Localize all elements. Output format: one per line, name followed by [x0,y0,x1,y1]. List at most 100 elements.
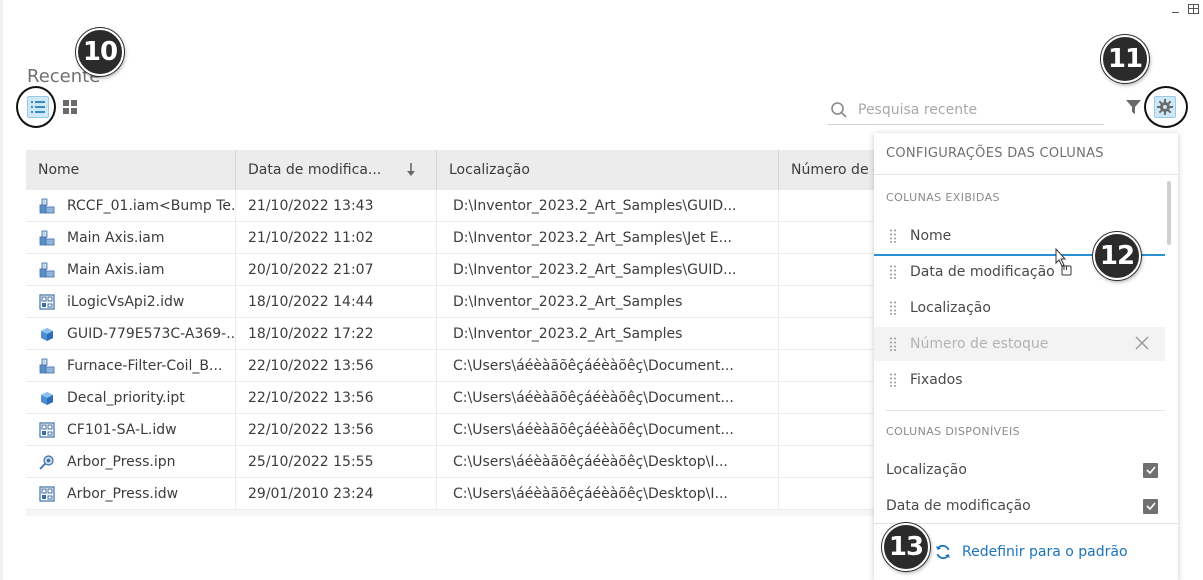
callout-13: 13 [882,523,930,571]
table-row[interactable]: GUID-779E573C-A369-... 18/10/2022 17:22 D:… [26,318,906,350]
column-header-name[interactable]: Nome [26,150,236,190]
table-row[interactable]: Furnace-Filter-Coil_B... 22/10/2022 13:56… [26,350,906,382]
column-label: Localização [886,462,967,478]
left-edge [0,0,3,580]
recent-files-table: Nome Data de modifica... Localização Núm… [26,150,906,516]
column-label: Nome [910,228,952,244]
table-row[interactable]: Decal_priority.ipt 22/10/2022 13:56 C:\Use… [26,382,906,414]
highlight-ring-list [16,86,56,128]
cell-location: D:\Inventor_2023.2_Art_Samples\GUID... [437,190,779,221]
table-row[interactable]: Arbor_Press.idw 29/01/2010 23:24 C:\Users\… [26,478,906,510]
checkmark-icon [1145,502,1156,510]
cell-date: 21/10/2022 13:43 [236,190,437,221]
divider [874,174,1178,175]
file-name: Main Axis.iam [67,261,165,278]
cell-date: 22/10/2022 13:56 [236,350,437,381]
drag-handle-icon[interactable] [890,373,898,387]
callout-10: 10 [76,28,124,76]
table-row[interactable]: CF101-SA-L.idw 22/10/2022 13:56 C:\Users\á… [26,414,906,446]
callout-12: 12 [1093,232,1141,280]
drawing-icon [38,485,55,502]
cell-location: C:\Users\áéèàãõêçáéèàõêç\Document... [437,382,779,413]
table-row[interactable]: iLogicVsApi2.idw 18/10/2022 14:44 D:\Inven… [26,286,906,318]
cell-location: C:\Users\áéèàãõêçáéèàõêç\Document... [437,414,779,445]
filter-button[interactable] [1124,98,1142,116]
assembly-icon [38,229,55,246]
cell-name: CF101-SA-L.idw [26,414,236,445]
table-row[interactable]: Main Axis.iam 20/10/2022 21:07 D:\Inventor… [26,254,906,286]
close-icon[interactable] [1135,336,1149,350]
column-label: Localização [910,300,991,316]
file-name: Furnace-Filter-Coil_B... [67,357,223,374]
panel-scrollbar[interactable] [1167,181,1171,245]
displayed-column-item[interactable]: Fixados [874,363,1165,397]
reset-to-default-link[interactable]: Redefinir para o padrão [962,544,1128,560]
cell-date: 21/10/2022 11:02 [236,222,437,253]
checkmark-icon [1145,466,1156,474]
table-row[interactable]: Main Axis.iam 21/10/2022 11:02 D:\Inventor… [26,222,906,254]
cell-name: Main Axis.iam [26,222,236,253]
assembly-icon [38,261,55,278]
cell-location: D:\Inventor_2023.2_Art_Samples\GUID... [437,254,779,285]
part-icon [38,389,55,406]
grid-view-icon [63,100,77,114]
displayed-column-item[interactable]: Localização [874,291,1165,325]
drawing-icon [38,293,55,310]
cell-name: iLogicVsApi2.idw [26,286,236,317]
window-controls [1172,3,1199,14]
file-name: GUID-779E573C-A369-... [67,325,236,342]
drawing-icon [38,421,55,438]
cell-date: 22/10/2022 13:56 [236,414,437,445]
search-input[interactable] [858,101,1088,118]
available-columns-label: COLUNAS DISPONÍVEIS [886,425,1020,438]
column-settings-panel: CONFIGURAÇÕES DAS COLUNAS COLUNAS EXIBID… [874,133,1178,580]
file-name: iLogicVsApi2.idw [67,293,185,310]
assembly-icon [38,357,55,374]
search-box[interactable] [828,95,1104,125]
column-header-date[interactable]: Data de modifica... [236,150,437,190]
restore-icon[interactable] [1188,4,1199,14]
search-icon [828,99,850,121]
cell-name: Arbor_Press.idw [26,478,236,509]
minimize-icon[interactable] [1172,12,1179,13]
table-header: Nome Data de modifica... Localização Núm… [26,150,906,190]
filter-icon [1125,100,1141,114]
divider [886,410,1165,411]
drag-handle-icon[interactable] [890,301,898,315]
displayed-column-item[interactable]: Número de estoque [874,327,1165,361]
drag-cursor-icon [1055,248,1072,276]
cell-location: D:\Inventor_2023.2_Art_Samples\Jet E... [437,222,779,253]
table-row[interactable]: Arbor_Press.ipn 25/10/2022 15:55 C:\Users\… [26,446,906,478]
table-row[interactable]: RCCF_01.iam<Bump Te... 21/10/2022 13:43 D:… [26,190,906,222]
file-name: Arbor_Press.ipn [67,453,176,470]
cell-date: 18/10/2022 14:44 [236,286,437,317]
column-label: Número de estoque [910,336,1049,352]
displayed-columns-label: COLUNAS EXIBIDAS [886,191,1000,204]
cell-location: D:\Inventor_2023.2_Art_Samples [437,286,779,317]
cell-date: 18/10/2022 17:22 [236,318,437,349]
drag-handle-icon[interactable] [890,229,898,243]
checkbox[interactable] [1143,462,1158,478]
column-label: Fixados [910,372,963,388]
panel-title: CONFIGURAÇÕES DAS COLUNAS [886,146,1104,161]
file-name: CF101-SA-L.idw [67,421,177,438]
file-name: Main Axis.iam [67,229,165,246]
assembly-icon [38,197,55,214]
file-name: Arbor_Press.idw [67,485,179,502]
drag-handle-icon[interactable] [890,337,898,351]
cell-name: Arbor_Press.ipn [26,446,236,477]
grid-view-button[interactable] [59,96,81,118]
cell-date: 25/10/2022 15:55 [236,446,437,477]
cell-name: Furnace-Filter-Coil_B... [26,350,236,381]
sort-descending-icon [407,163,415,176]
cell-date: 29/01/2010 23:24 [236,478,437,509]
cell-location: D:\Inventor_2023.2_Art_Samples [437,318,779,349]
checkbox[interactable] [1143,498,1158,514]
refresh-icon[interactable] [934,543,952,561]
callout-11: 11 [1101,35,1149,83]
drag-handle-icon[interactable] [890,265,898,279]
column-header-location[interactable]: Localização [437,150,779,190]
cell-location: C:\Users\áéèàãõêçáéèàõêç\Desktop\I... [437,478,779,509]
cell-name: GUID-779E573C-A369-... [26,318,236,349]
presentation-icon [38,453,55,470]
